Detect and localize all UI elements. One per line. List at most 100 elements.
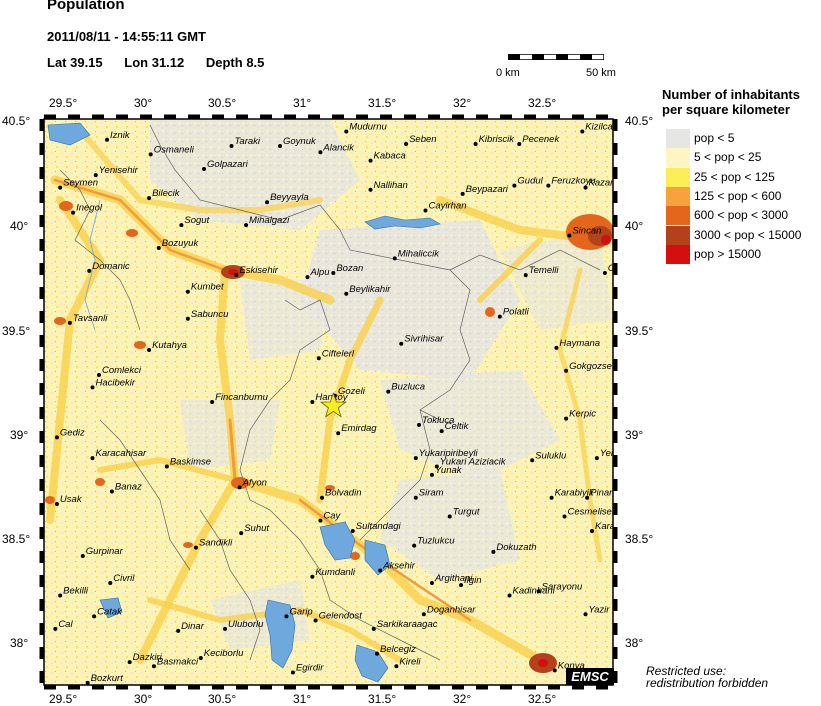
city-dot: [336, 431, 341, 436]
city-marker: Usak: [54, 494, 83, 506]
city-dot: [278, 144, 283, 149]
city-dot: [92, 614, 97, 619]
legend-title: Number of inhabitants per square kilomet…: [662, 87, 800, 117]
city-marker: Baskimse: [164, 457, 211, 469]
city-dot: [71, 210, 76, 215]
city-label: Alpu: [309, 267, 330, 278]
city-label: Keciborlu: [204, 648, 244, 659]
legend-label: 25 < pop < 125: [694, 169, 775, 184]
city-label: Kumbet: [191, 282, 224, 293]
city-marker: Ciftelerl: [316, 348, 355, 361]
city-dot: [148, 152, 153, 157]
city-marker: Banaz: [109, 481, 142, 494]
city-label: Emirdag: [341, 423, 377, 434]
city-marker: Seben: [404, 134, 437, 146]
city-marker: Golpazari: [202, 159, 249, 171]
city-marker: Inegol: [71, 203, 103, 215]
city-marker: Garip: [284, 606, 313, 619]
city-marker: Uluborlu: [223, 619, 264, 631]
city-marker: Bekilli: [58, 586, 89, 598]
city-label: Mudurnu: [349, 121, 387, 132]
city-label: Basmakci: [157, 656, 199, 667]
city-label: Beyyayla: [270, 192, 309, 203]
city-dot: [386, 389, 391, 394]
city-marker: Belcegiz: [374, 644, 416, 656]
city-marker: Tavsanli: [67, 313, 108, 325]
city-label: Polatli: [503, 307, 530, 318]
city-marker: Keciborlu: [198, 648, 244, 660]
city-dot: [318, 518, 323, 523]
city-dot: [580, 129, 585, 134]
city-label: Belcegiz: [380, 644, 416, 655]
city-dot: [512, 183, 517, 188]
city-label: Gediz: [60, 427, 85, 438]
city-dot: [460, 191, 465, 196]
city-marker: Eskisehir: [234, 265, 279, 278]
city-label: Inegol: [76, 203, 103, 214]
lat-tick-right: 40°: [625, 219, 644, 233]
legend-title-line: Number of inhabitants: [662, 87, 800, 102]
lon-tick-bottom: 31.5°: [368, 692, 397, 706]
city-dot: [198, 655, 203, 660]
city-dot: [585, 495, 590, 500]
city-dot: [564, 416, 569, 421]
city-dot: [368, 158, 373, 163]
lat-tick-left: 38.5°: [2, 532, 31, 546]
city-dot: [421, 612, 426, 617]
city-marker: Doganhisar: [421, 604, 476, 617]
city-label: Cayirhan: [428, 201, 466, 212]
city-marker: Kutahya: [147, 340, 187, 352]
city-marker: Alancik: [318, 142, 355, 155]
city-dot: [93, 173, 98, 178]
lon-tick-bottom: 32°: [453, 692, 472, 706]
city-dot: [58, 185, 63, 190]
city-label: Fincanburnu: [215, 392, 269, 403]
city-dot: [290, 670, 295, 675]
city-label: Dokuzath: [496, 542, 536, 553]
lat-tick-left: 38°: [10, 636, 29, 650]
city-label: Tuzlukcu: [417, 536, 455, 547]
city-marker: Sultandagi: [350, 521, 402, 534]
city-dot: [156, 246, 161, 251]
city-marker: Gediz: [54, 427, 85, 440]
city-dot: [368, 187, 373, 192]
city-dot: [210, 400, 215, 404]
city-dot: [310, 574, 315, 579]
city-dot: [564, 368, 569, 373]
city-label: Kireli: [399, 656, 421, 667]
city-marker: Bolvadin: [320, 488, 361, 500]
city-dot: [491, 549, 496, 554]
city-dot: [439, 429, 444, 434]
city-dot: [374, 651, 379, 656]
city-label: Pinarbasi: [590, 488, 630, 499]
city-dot: [96, 372, 101, 377]
legend-label: 5 < pop < 25: [694, 150, 762, 165]
city-marker: Polatli: [497, 307, 530, 319]
city-marker: Catak: [92, 606, 123, 619]
city-label: Gurpinar: [86, 546, 124, 557]
city-label: Kutahya: [152, 340, 187, 351]
city-dot: [399, 341, 404, 346]
city-label: Yunak: [435, 465, 463, 476]
city-dot: [517, 141, 522, 146]
city-dot: [497, 314, 502, 319]
city-dot: [193, 545, 198, 550]
city-dot: [413, 495, 418, 500]
city-label: Kumdanli: [315, 567, 355, 578]
lon-tick-top: 30.5°: [208, 96, 237, 110]
city-label: Sivrihisar: [404, 334, 444, 345]
city-dot: [305, 275, 310, 280]
city-label: Gelendost: [319, 610, 363, 621]
city-label: Garip: [289, 606, 312, 617]
lon-tick-bottom: 30.5°: [208, 692, 237, 706]
city-label: Suhut: [244, 523, 269, 534]
city-label: Golbasi: [608, 263, 641, 274]
city-dot: [331, 270, 336, 275]
city-dot: [473, 141, 478, 146]
city-dot: [147, 196, 152, 201]
city-dot: [229, 144, 234, 149]
city-marker: Taraki: [229, 136, 261, 149]
city-dot: [371, 626, 376, 631]
city-marker: Suhut: [239, 523, 269, 536]
city-label: Siram: [419, 488, 444, 499]
